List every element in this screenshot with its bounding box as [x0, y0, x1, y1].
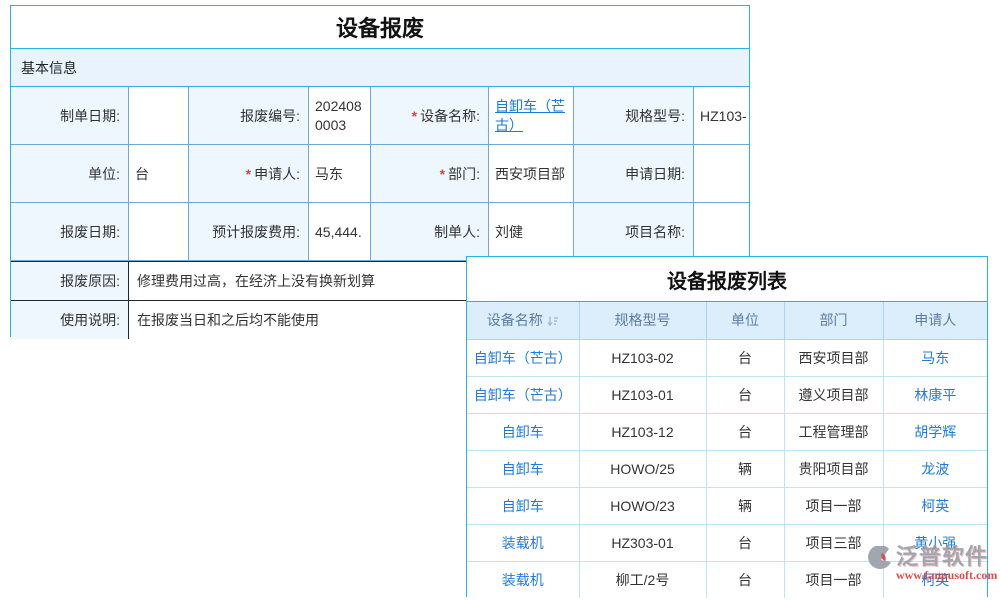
maker-field[interactable]: 刘健 — [489, 203, 574, 261]
required-mark: * — [440, 166, 445, 182]
list-header-row: 设备名称 规格型号 单位 部门 申请人 — [467, 302, 987, 339]
department-cell: 项目三部 — [784, 524, 883, 561]
applicant-link[interactable]: 龙波 — [921, 461, 949, 477]
section-basic-info: 基本信息 — [11, 49, 749, 87]
device-name-link[interactable]: 自卸车（芒古） — [474, 350, 572, 366]
device-name-label: *设备名称: — [371, 87, 489, 145]
spec-model-cell: HZ103-01 — [579, 376, 706, 413]
unit-cell: 台 — [706, 561, 784, 598]
spec-model-cell: HZ303-01 — [579, 524, 706, 561]
scrap-reason-label: 报废原因: — [11, 262, 129, 300]
device-name-link[interactable]: 自卸车 — [502, 461, 544, 477]
spec-model-cell: 柳工/2号 — [579, 561, 706, 598]
device-name-link[interactable]: 装载机 — [502, 535, 544, 551]
table-row: 自卸车 HZ103-12 台 工程管理部 胡学辉 — [467, 413, 987, 450]
department-field[interactable]: 西安项目部 — [489, 145, 574, 203]
device-name-link[interactable]: 自卸车 — [502, 498, 544, 514]
spec-model-cell: HOWO/23 — [579, 487, 706, 524]
table-row: 自卸车 HOWO/23 辆 项目一部 柯英 — [467, 487, 987, 524]
applicant-link[interactable]: 林康平 — [914, 387, 956, 403]
department-cell: 项目一部 — [784, 561, 883, 598]
scrap-date-field[interactable] — [129, 203, 189, 261]
department-cell: 西安项目部 — [784, 339, 883, 376]
table-row: 装载机 柳工/2号 台 项目一部 柯英 — [467, 561, 987, 598]
estimated-cost-field[interactable]: 45,444. — [309, 203, 371, 261]
make-date-field[interactable] — [129, 87, 189, 145]
department-cell: 贵阳项目部 — [784, 450, 883, 487]
col-unit: 单位 — [706, 302, 784, 339]
scrap-date-label: 报废日期: — [11, 203, 129, 261]
project-name-label: 项目名称: — [574, 203, 694, 261]
applicant-label: *申请人: — [189, 145, 309, 203]
unit-cell: 辆 — [706, 450, 784, 487]
apply-date-field[interactable] — [694, 145, 749, 203]
unit-cell: 台 — [706, 339, 784, 376]
department-label: *部门: — [371, 145, 489, 203]
usage-note-label: 使用说明: — [11, 301, 129, 339]
form-grid: 制单日期: 报废编号: 2024080003 *设备名称: 自卸车（芒古） 规格… — [11, 87, 749, 261]
apply-date-label: 申请日期: — [574, 145, 694, 203]
table-row: 自卸车 HOWO/25 辆 贵阳项目部 龙波 — [467, 450, 987, 487]
department-cell: 遵义项目部 — [784, 376, 883, 413]
applicant-link[interactable]: 黄小强 — [914, 535, 956, 551]
col-department: 部门 — [784, 302, 883, 339]
unit-cell: 台 — [706, 376, 784, 413]
scrap-no-label: 报废编号: — [189, 87, 309, 145]
col-applicant: 申请人 — [883, 302, 987, 339]
applicant-link[interactable]: 胡学辉 — [914, 424, 956, 440]
spec-model-cell: HZ103-02 — [579, 339, 706, 376]
unit-cell: 台 — [706, 413, 784, 450]
scrap-no-field[interactable]: 2024080003 — [309, 87, 371, 145]
table-row: 自卸车（芒古） HZ103-02 台 西安项目部 马东 — [467, 339, 987, 376]
unit-cell: 辆 — [706, 487, 784, 524]
applicant-link[interactable]: 马东 — [921, 350, 949, 366]
spec-model-cell: HOWO/25 — [579, 450, 706, 487]
sort-descending-icon[interactable] — [547, 314, 559, 330]
spec-model-label: 规格型号: — [574, 87, 694, 145]
unit-cell: 台 — [706, 524, 784, 561]
spec-model-cell: HZ103-12 — [579, 413, 706, 450]
make-date-label: 制单日期: — [11, 87, 129, 145]
device-name-link[interactable]: 自卸车（芒古） — [474, 387, 572, 403]
device-name-link[interactable]: 装载机 — [502, 572, 544, 588]
unit-label: 单位: — [11, 145, 129, 203]
department-cell: 工程管理部 — [784, 413, 883, 450]
table-row: 自卸车（芒古） HZ103-01 台 遵义项目部 林康平 — [467, 376, 987, 413]
col-spec-model: 规格型号 — [579, 302, 706, 339]
applicant-field[interactable]: 马东 — [309, 145, 371, 203]
spec-model-field[interactable]: HZ103- — [694, 87, 749, 145]
device-name-link[interactable]: 自卸车 — [502, 424, 544, 440]
device-name-field[interactable]: 自卸车（芒古） — [489, 87, 574, 145]
applicant-link[interactable]: 柯英 — [921, 498, 949, 514]
applicant-link[interactable]: 柯英 — [921, 572, 949, 588]
required-mark: * — [412, 108, 417, 124]
unit-field[interactable]: 台 — [129, 145, 189, 203]
equipment-scrap-list: 设备报废列表 设备名称 规格型号 单位 部门 申请人 自卸车（芒古） HZ103… — [466, 256, 988, 597]
scrap-list-table: 设备名称 规格型号 单位 部门 申请人 自卸车（芒古） HZ103-02 台 西… — [467, 302, 987, 598]
device-name-link[interactable]: 自卸车（芒古） — [495, 97, 569, 135]
maker-label: 制单人: — [371, 203, 489, 261]
form-title: 设备报废 — [11, 6, 749, 49]
col-device-name[interactable]: 设备名称 — [467, 302, 579, 339]
estimated-cost-label: 预计报废费用: — [189, 203, 309, 261]
list-title: 设备报废列表 — [467, 257, 987, 302]
project-name-field[interactable] — [694, 203, 749, 261]
table-row: 装载机 HZ303-01 台 项目三部 黄小强 — [467, 524, 987, 561]
department-cell: 项目一部 — [784, 487, 883, 524]
required-mark: * — [246, 166, 251, 182]
